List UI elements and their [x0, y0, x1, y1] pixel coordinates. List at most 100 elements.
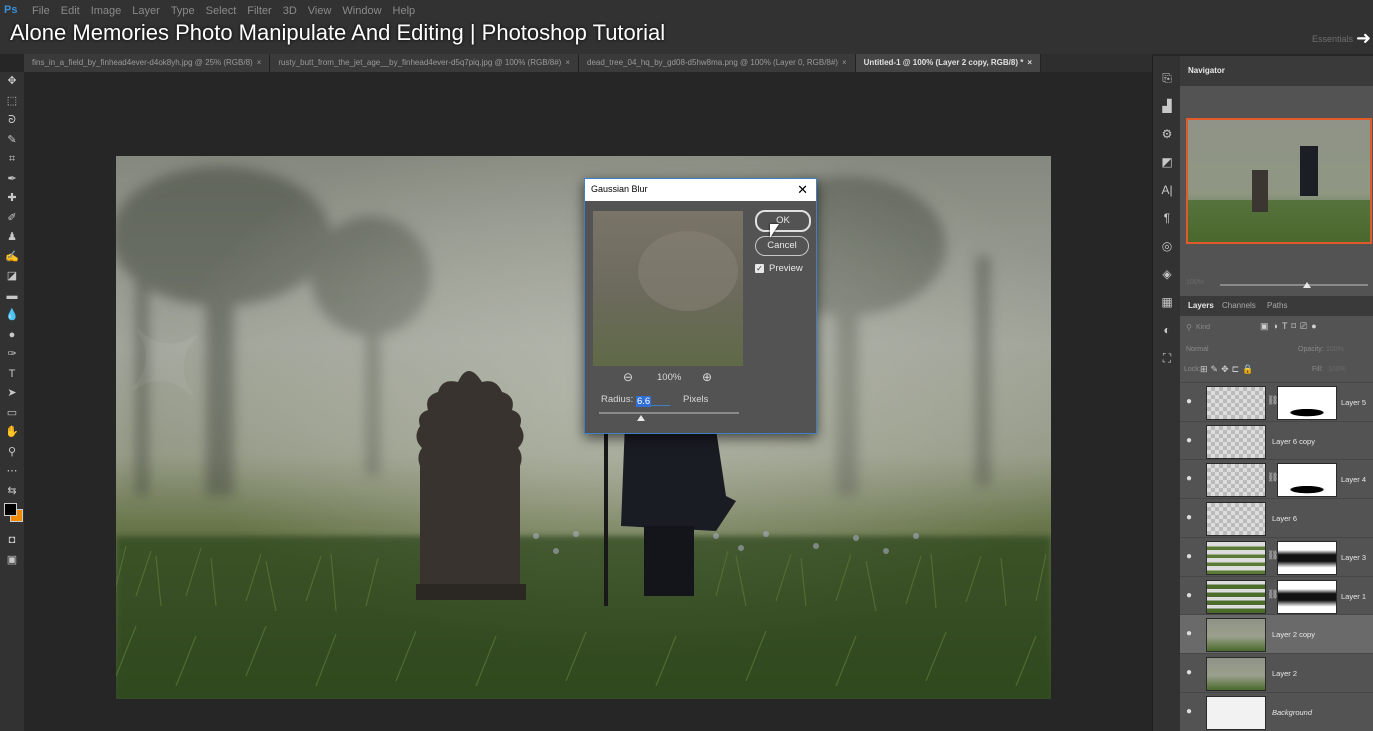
- menu-item-help[interactable]: Help: [393, 5, 416, 17]
- radius-input[interactable]: 6.6: [636, 391, 670, 407]
- close-icon[interactable]: ✕: [797, 182, 808, 198]
- layer-thumbnail[interactable]: [1206, 540, 1266, 575]
- pen-tool-icon[interactable]: ✑: [0, 345, 24, 365]
- navigator-zoom-slider[interactable]: [1220, 284, 1368, 286]
- tab-close-icon[interactable]: ×: [257, 58, 262, 67]
- visibility-eye-icon[interactable]: ●: [1186, 590, 1192, 601]
- hand-tool-icon[interactable]: ✋: [0, 423, 24, 443]
- tab-close-icon[interactable]: ×: [842, 58, 847, 67]
- screen-mode-icon[interactable]: ▣: [0, 551, 24, 571]
- lock-icons[interactable]: ⊞✎✥⊏🔒: [1200, 364, 1256, 375]
- navigator-zoom-value[interactable]: 100%: [1186, 279, 1204, 286]
- blend-mode-select[interactable]: Normal: [1184, 343, 1274, 357]
- visibility-eye-icon[interactable]: ●: [1186, 473, 1192, 484]
- layer-row[interactable]: ● Layer 2 copy: [1180, 614, 1373, 654]
- tab-channels[interactable]: Channels: [1222, 301, 1256, 310]
- layer-filter-icons[interactable]: ▣◑T⌑⎚●: [1260, 321, 1321, 332]
- fill-value[interactable]: 100%: [1328, 366, 1346, 373]
- layer-thumbnail[interactable]: [1206, 386, 1266, 420]
- document-tab[interactable]: dead_tree_04_hq_by_gd08-d5hw8ma.png @ 10…: [579, 54, 856, 72]
- gradient-tool-icon[interactable]: ▬: [0, 287, 24, 307]
- blur-tool-icon[interactable]: 💧: [0, 306, 24, 326]
- layer-thumbnail[interactable]: [1206, 618, 1266, 653]
- menu-item-filter[interactable]: Filter: [247, 5, 271, 17]
- visibility-eye-icon[interactable]: ●: [1186, 396, 1192, 407]
- visibility-eye-icon[interactable]: ●: [1186, 551, 1192, 562]
- layer-filter-kind[interactable]: Kind: [1196, 324, 1210, 331]
- visibility-eye-icon[interactable]: ●: [1186, 667, 1192, 678]
- crop-tool-icon[interactable]: ⌗: [0, 150, 24, 170]
- visibility-eye-icon[interactable]: ●: [1186, 512, 1192, 523]
- 3d-panel-icon[interactable]: ◈: [1153, 260, 1181, 288]
- paragraph-panel-icon[interactable]: ¶: [1153, 204, 1181, 232]
- zoom-in-icon[interactable]: ⊕: [702, 370, 712, 384]
- menu-item-layer[interactable]: Layer: [132, 5, 160, 17]
- layer-thumbnail[interactable]: [1206, 424, 1266, 459]
- dodge-tool-icon[interactable]: ●: [0, 326, 24, 346]
- path-select-tool-icon[interactable]: ➤: [0, 384, 24, 404]
- more-tools-icon[interactable]: ⋯: [0, 462, 24, 482]
- move-tool-icon[interactable]: ✥: [0, 72, 24, 92]
- marquee-tool-icon[interactable]: ⬚: [0, 92, 24, 112]
- menu-item-select[interactable]: Select: [206, 5, 237, 17]
- character-panel-icon[interactable]: A|: [1153, 176, 1181, 204]
- layer-thumbnail[interactable]: [1206, 463, 1266, 498]
- properties-panel-icon[interactable]: ⚙: [1153, 120, 1181, 148]
- layer-filter-bar[interactable]: ⚲ Kind ▣◑T⌑⎚●: [1184, 321, 1369, 337]
- layer-row[interactable]: ● Layer 6: [1180, 498, 1373, 538]
- styles-panel-icon[interactable]: ⛶: [1153, 344, 1181, 372]
- adjustments-panel-icon[interactable]: ◐: [1153, 316, 1181, 344]
- brush-tool-icon[interactable]: ✐: [0, 209, 24, 229]
- radius-slider-track[interactable]: [599, 412, 739, 414]
- lasso-tool-icon[interactable]: ᘐ: [0, 111, 24, 131]
- rectangle-tool-icon[interactable]: ▭: [0, 404, 24, 424]
- document-tab[interactable]: fins_in_a_field_by_finhead4ever-d4ok8yh.…: [24, 54, 271, 72]
- tab-paths[interactable]: Paths: [1267, 301, 1287, 310]
- swap-colors-icon[interactable]: ⇆: [0, 482, 24, 502]
- menu-item-image[interactable]: Image: [91, 5, 122, 17]
- visibility-eye-icon[interactable]: ●: [1186, 706, 1192, 717]
- foreground-color-swatch[interactable]: [4, 503, 17, 516]
- menu-item-file[interactable]: File: [32, 5, 50, 17]
- layer-row[interactable]: ● ⛓ Layer 3: [1180, 536, 1373, 576]
- quick-mask-icon[interactable]: ◘: [0, 531, 24, 551]
- visibility-eye-icon[interactable]: ●: [1186, 435, 1192, 446]
- layer-mask-thumbnail[interactable]: [1277, 386, 1337, 420]
- document-tab[interactable]: rusty_butt_from_the_jet_age__by_finhead4…: [270, 54, 580, 72]
- menu-item-type[interactable]: Type: [171, 5, 195, 17]
- tab-close-icon[interactable]: ×: [565, 58, 570, 67]
- layer-row[interactable]: ● ⛓ Layer 1: [1180, 575, 1373, 615]
- tab-close-icon[interactable]: ×: [1027, 58, 1032, 67]
- zoom-out-icon[interactable]: ⊖: [623, 370, 633, 384]
- share-icon[interactable]: ➜: [1356, 28, 1371, 49]
- opacity-value[interactable]: 100%: [1326, 346, 1344, 353]
- navigator-zoom-thumb[interactable]: [1303, 282, 1311, 288]
- layer-thumbnail[interactable]: [1206, 502, 1266, 537]
- document-tab[interactable]: Untitled-1 @ 100% (Layer 2 copy, RGB/8) …: [855, 54, 1042, 72]
- ok-button[interactable]: OK: [755, 210, 811, 232]
- tab-layers[interactable]: Layers: [1188, 301, 1214, 310]
- libraries-panel-icon[interactable]: ◎: [1153, 232, 1181, 260]
- layer-thumbnail[interactable]: [1206, 579, 1266, 614]
- healing-brush-tool-icon[interactable]: ✚: [0, 189, 24, 209]
- swatches-panel-icon[interactable]: ▦: [1153, 288, 1181, 316]
- navigator-thumbnail[interactable]: [1186, 118, 1372, 244]
- layer-thumbnail[interactable]: [1206, 656, 1266, 691]
- history-panel-icon[interactable]: ⎘: [1153, 64, 1181, 92]
- layer-thumbnail[interactable]: [1206, 695, 1266, 730]
- quick-select-tool-icon[interactable]: ✎: [0, 131, 24, 151]
- eyedropper-tool-icon[interactable]: ✒: [0, 170, 24, 190]
- menu-item-window[interactable]: Window: [342, 5, 381, 17]
- menu-item-edit[interactable]: Edit: [61, 5, 80, 17]
- histogram-panel-icon[interactable]: ▟: [1153, 92, 1181, 120]
- layer-mask-thumbnail[interactable]: [1277, 540, 1337, 575]
- clone-stamp-tool-icon[interactable]: ♟: [0, 228, 24, 248]
- eraser-tool-icon[interactable]: ◪: [0, 267, 24, 287]
- layer-row[interactable]: ● ⛓ Layer 5: [1180, 382, 1373, 421]
- dialog-titlebar[interactable]: Gaussian Blur ✕: [585, 179, 816, 201]
- layer-row[interactable]: ● Layer 6 copy: [1180, 420, 1373, 460]
- brush-settings-panel-icon[interactable]: ◩: [1153, 148, 1181, 176]
- layer-mask-thumbnail[interactable]: [1277, 463, 1337, 498]
- visibility-eye-icon[interactable]: ●: [1186, 628, 1192, 639]
- zoom-tool-icon[interactable]: ⚲: [0, 443, 24, 463]
